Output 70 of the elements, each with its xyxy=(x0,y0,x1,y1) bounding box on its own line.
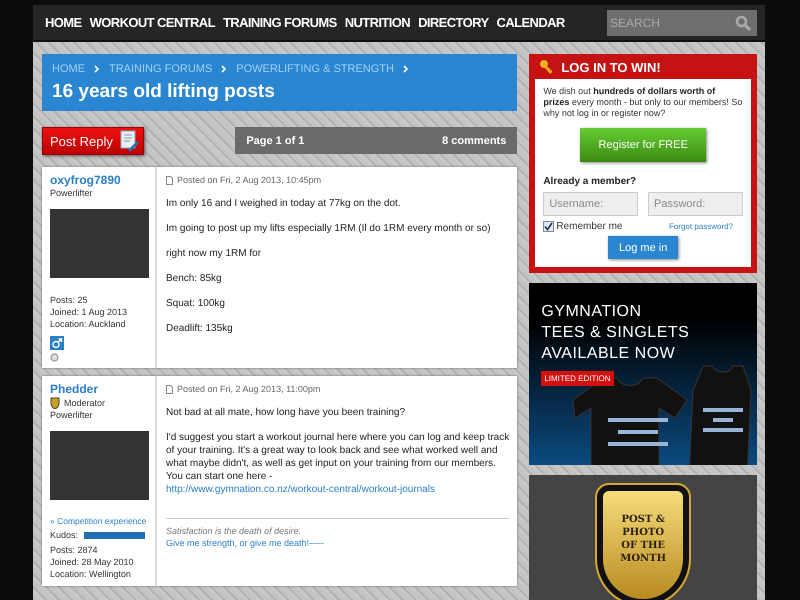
document-icon xyxy=(166,384,173,394)
user-role: Moderator xyxy=(64,398,106,408)
remember-label: Remember me xyxy=(556,221,622,232)
user-title: Powerlifter xyxy=(50,410,93,420)
badge-text: PHOTO xyxy=(621,526,666,539)
nav-link[interactable]: HOME xyxy=(45,15,82,30)
user-stat: Posts: 25 xyxy=(50,294,89,306)
forgot-password-link[interactable]: Forgot password? xyxy=(668,222,733,231)
checkmark-icon xyxy=(544,222,554,231)
chevron-icon xyxy=(94,65,100,73)
post-date: Posted on Fri, 2 Aug 2013, 11:00pm xyxy=(177,384,320,394)
document-pencil-icon xyxy=(118,130,139,152)
status-dot-icon xyxy=(50,353,59,362)
breadcrumb-link[interactable]: HOME xyxy=(52,63,85,75)
breadcrumb-link[interactable]: POWERLIFTING & STRENGTH xyxy=(236,63,394,75)
nav-link[interactable]: DIRECTORY xyxy=(418,15,489,30)
post-date: Posted on Fri, 2 Aug 2013, 10:45pm xyxy=(177,175,322,185)
post-reply-button[interactable]: Post Reply xyxy=(42,127,144,155)
kudos-label: Kudos: xyxy=(50,530,78,540)
post-paragraph: Not bad at all mate, how long have you been training? xyxy=(166,406,406,419)
badge-text: POST & xyxy=(620,513,666,526)
advert-headline: TEES & SINGLETS xyxy=(541,323,690,343)
advert-headline: GYMNATION xyxy=(541,302,643,322)
document-icon xyxy=(166,176,173,184)
user-title: Powerlifter xyxy=(50,188,93,198)
search-icon xyxy=(735,14,751,30)
login-title: LOG IN TO WIN! xyxy=(561,60,661,74)
register-button[interactable]: Register for FREE xyxy=(580,128,706,162)
remember-checkbox[interactable] xyxy=(543,221,554,232)
signature-link[interactable]: Give me strength, or give me death!----- xyxy=(166,537,510,549)
nav-link[interactable]: WORKOUT CENTRAL xyxy=(90,15,215,30)
chevron-icon xyxy=(221,65,228,73)
post-paragraph: I'd suggest you start a workout journal here where you can log and keep track of your training. It's a great way to look back and see what worked well and what maybe didn't, as well as get input on your training from our members. You can start one here - http://www.gymnation.co.nz/workout-central/workout-journals xyxy=(166,431,510,496)
user-stat: Joined: 28 May 2010 xyxy=(50,556,134,568)
key-icon xyxy=(539,59,554,75)
username-link[interactable]: oxyfrog7890 xyxy=(50,173,121,187)
page-title: 16 years old lifting posts xyxy=(52,81,276,103)
signature-quote: Satisfaction is the death of desire. xyxy=(166,525,302,537)
nav-link[interactable]: TRAINING FORUMS xyxy=(222,15,337,30)
nav-link[interactable]: NUTRITION xyxy=(344,15,410,30)
post-paragraph: Squat: 100kg xyxy=(166,297,226,310)
nav-link[interactable]: CALENDAR xyxy=(496,15,565,30)
user-stat: Joined: 1 Aug 2013 xyxy=(50,306,128,318)
badge-text: OF THE xyxy=(620,539,666,552)
user-stat: Location: Auckland xyxy=(50,318,127,330)
member-heading: Already a member? xyxy=(543,176,638,187)
post-paragraph: Bench: 85kg xyxy=(166,272,223,285)
post-paragraph: Im going to post up my lifts especially 1RM (Il do 1RM every month or so) xyxy=(166,222,492,235)
male-symbol-icon xyxy=(50,336,64,350)
search-field[interactable]: SEARCH xyxy=(607,10,757,36)
post-paragraph: right now my 1RM for xyxy=(166,247,262,260)
username-field[interactable]: Username: xyxy=(543,192,638,216)
profile-link[interactable]: » Competition experience xyxy=(50,516,146,526)
post-paragraph: Deadlift: 135kg xyxy=(166,322,234,335)
badge-text: MONTH xyxy=(620,552,666,565)
limited-edition-badge: LIMITED EDITION xyxy=(541,371,614,386)
advert-headline: AVAILABLE NOW xyxy=(541,344,676,364)
chevron-icon xyxy=(402,65,409,73)
username-link[interactable]: Phedder xyxy=(50,382,98,396)
password-field[interactable]: Password: xyxy=(648,192,743,216)
breadcrumb-link[interactable]: TRAINING FORUMS xyxy=(109,63,212,75)
user-stat: Posts: 2874 xyxy=(50,544,99,556)
shield-icon xyxy=(50,397,60,409)
user-stat: Location: Wellington xyxy=(50,568,132,580)
post-paragraph: Im only 16 and I weighed in today at 77kg on the dot. xyxy=(166,197,402,210)
page-indicator: Page 1 of 1 xyxy=(246,134,304,146)
login-button[interactable]: Log me in xyxy=(608,236,678,259)
comment-count: 8 comments xyxy=(442,134,506,146)
login-intro: We dish out hundreds of dollars worth of prizes every month - but only to our members! So why not log in or register now? xyxy=(543,86,743,119)
journal-link[interactable]: http://www.gymnation.co.nz/workout-central/workout-journals xyxy=(166,484,436,495)
